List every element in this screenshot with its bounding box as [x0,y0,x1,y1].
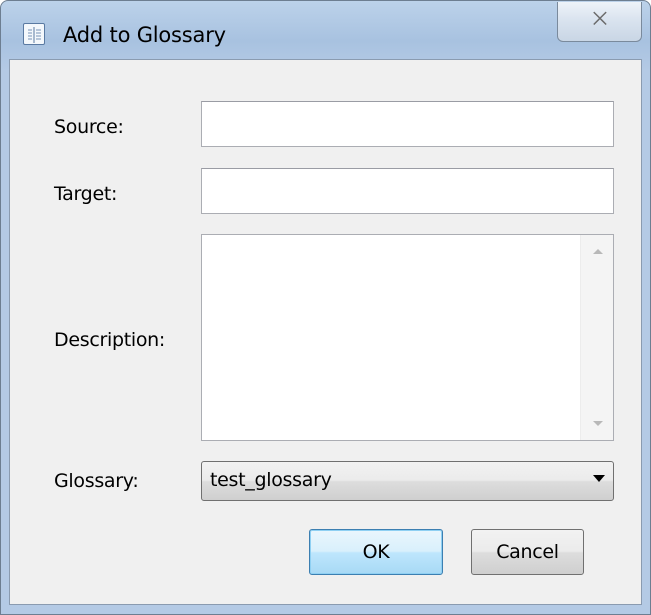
scroll-track[interactable] [581,267,614,408]
cancel-button-label: Cancel [496,541,559,563]
scroll-up-arrow-icon[interactable] [581,235,614,267]
chevron-down-icon [593,475,605,482]
glossary-selected-value: test_glossary [210,469,332,491]
ok-button-label: OK [362,541,390,563]
description-textarea[interactable] [202,235,572,440]
glossary-label: Glossary: [54,470,139,492]
target-input[interactable] [202,169,613,213]
close-icon: ⨉ [592,9,607,30]
add-to-glossary-dialog: Add to Glossary ⨉ Source: Target: Descri… [0,0,651,615]
glossary-dropdown[interactable]: test_glossary [201,461,614,501]
source-label: Source: [54,116,124,138]
ok-button[interactable]: OK [309,529,443,575]
target-label: Target: [54,183,118,205]
cancel-button[interactable]: Cancel [471,529,584,575]
description-field[interactable] [201,234,614,441]
source-field[interactable] [201,101,614,147]
description-label: Description: [54,329,166,351]
target-field[interactable] [201,168,614,214]
dialog-body: Source: Target: Description: Glossary: t… [9,59,642,605]
source-input[interactable] [202,102,613,146]
glossary-book-icon [23,23,45,45]
title-bar[interactable]: Add to Glossary ⨉ [1,1,650,59]
window-title: Add to Glossary [63,23,226,47]
close-button[interactable]: ⨉ [557,2,642,42]
scroll-down-arrow-icon[interactable] [581,408,614,440]
description-scrollbar[interactable] [580,235,613,440]
